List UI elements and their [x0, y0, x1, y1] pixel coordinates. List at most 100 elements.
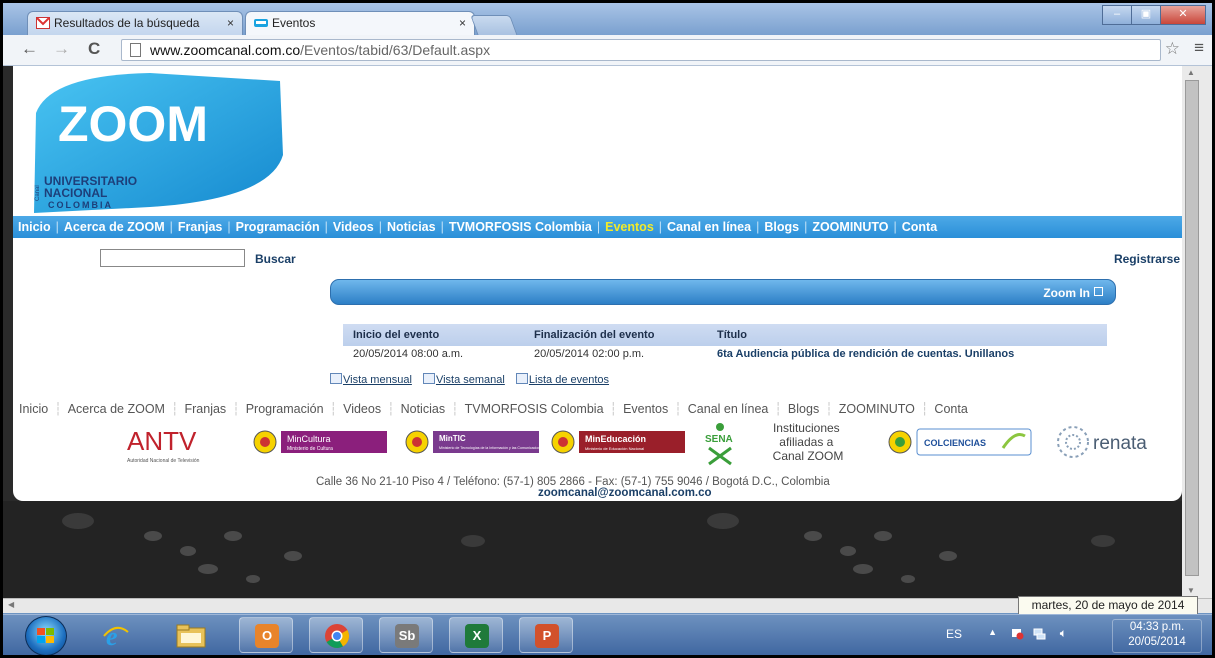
- footer-email-link[interactable]: zoomcanal@zoomcanal.com.co: [538, 487, 712, 499]
- mintic-label: MinTIC: [439, 434, 466, 443]
- search-button[interactable]: Buscar: [255, 252, 296, 266]
- register-link[interactable]: Registrarse: [1114, 252, 1180, 266]
- clock-date: 20/05/2014: [1128, 636, 1186, 648]
- mineducacion-logo[interactable]: MinEducación Ministerio de Educación Nac…: [551, 430, 685, 454]
- footer-nav-item[interactable]: Noticias: [395, 402, 451, 416]
- scroll-up-icon[interactable]: ▲: [1187, 68, 1195, 77]
- language-indicator[interactable]: ES: [946, 627, 962, 641]
- main-nav-item[interactable]: Franjas: [173, 220, 227, 234]
- zoom-in-header: Zoom In: [330, 279, 1116, 305]
- monthly-view-link[interactable]: Vista mensual: [343, 374, 412, 386]
- tab-close-button[interactable]: ×: [459, 12, 466, 34]
- volume-icon[interactable]: 🔈︎: [1060, 626, 1067, 641]
- main-nav-item[interactable]: Blogs: [759, 220, 804, 234]
- footer-nav-item[interactable]: Eventos: [617, 402, 674, 416]
- show-hidden-icons-icon[interactable]: ▲: [988, 627, 997, 637]
- footer-nav-item[interactable]: TVMORFOSIS Colombia: [459, 402, 610, 416]
- main-nav-item[interactable]: ZOOMINUTO: [807, 220, 893, 234]
- main-nav-item[interactable]: Acerca de ZOOM: [59, 220, 170, 234]
- nav-separator: ┆: [54, 402, 62, 416]
- main-nav-item[interactable]: Noticias: [382, 220, 441, 234]
- svg-text:e: e: [106, 622, 118, 650]
- collapse-icon[interactable]: [1094, 287, 1103, 296]
- taskbar-clock[interactable]: 04:33 p.m. 20/05/2014: [1112, 619, 1202, 653]
- footer-nav-item[interactable]: ZOOMINUTO: [833, 402, 921, 416]
- page-content: ZOOM UNIVERSITARIO NACIONAL COLOMBIA Can…: [13, 66, 1182, 501]
- sena-logo[interactable]: SENA: [705, 423, 733, 466]
- tab-close-button[interactable]: ×: [227, 12, 234, 34]
- mintic-logo[interactable]: MinTIC Ministerio de Tecnologías de la I…: [405, 430, 544, 454]
- taskbar-powerpoint[interactable]: P: [519, 617, 573, 653]
- reload-button[interactable]: C: [88, 39, 100, 59]
- renata-logo[interactable]: renata: [1057, 426, 1147, 458]
- footer-nav-item[interactable]: Conta: [928, 402, 973, 416]
- start-button[interactable]: [25, 616, 67, 655]
- calendar-icon: [330, 373, 342, 384]
- mincultura-logo[interactable]: MinCultura Ministerio de Cultura: [253, 430, 387, 454]
- outlook-icon: O: [255, 624, 279, 648]
- footer-nav-item[interactable]: Franjas: [179, 402, 233, 416]
- main-nav-item[interactable]: Conta: [897, 220, 942, 234]
- logo-line3: COLOMBIA: [48, 200, 113, 210]
- taskbar-ie[interactable]: e: [88, 617, 142, 653]
- mincultura-label: MinCultura: [287, 434, 331, 444]
- main-nav-item[interactable]: Canal en línea: [662, 220, 756, 234]
- bookmark-star-icon[interactable]: ☆: [1165, 39, 1180, 59]
- mincultura-subtitle: Ministerio de Cultura: [287, 446, 333, 452]
- main-nav-item[interactable]: Eventos: [600, 220, 659, 234]
- renata-wordmark: renata: [1093, 433, 1147, 454]
- tab-eventos[interactable]: Eventos ×: [245, 11, 475, 35]
- main-nav-item[interactable]: Inicio: [13, 220, 56, 234]
- scroll-down-icon[interactable]: ▼: [1187, 586, 1195, 595]
- url-path: /Eventos/tabid/63/Default.aspx: [300, 42, 491, 58]
- weekly-view-link[interactable]: Vista semanal: [436, 374, 505, 386]
- main-nav-item[interactable]: Videos: [328, 220, 379, 234]
- antv-logo[interactable]: ANTV Autoridad Nacional de Televisión: [127, 426, 200, 464]
- scroll-left-icon[interactable]: ◀: [8, 600, 14, 609]
- vertical-scrollbar[interactable]: ▲ ▼: [1182, 66, 1212, 598]
- colciencias-logo[interactable]: COLCIENCIAS: [888, 428, 1032, 456]
- browser-toolbar: ← → C www.zoomcanal.com.co/Eventos/tabid…: [3, 35, 1212, 66]
- address-bar[interactable]: www.zoomcanal.com.co/Eventos/tabid/63/De…: [121, 39, 1161, 61]
- close-window-button[interactable]: ✕: [1160, 5, 1206, 25]
- affiliated-line1: Instituciones: [773, 421, 840, 435]
- maximize-button[interactable]: ▣: [1131, 5, 1161, 25]
- footer-nav-item[interactable]: Blogs: [782, 402, 825, 416]
- taskbar-outlook[interactable]: O: [239, 617, 293, 653]
- taskbar-sb[interactable]: Sb: [379, 617, 433, 653]
- forward-button[interactable]: →: [53, 39, 70, 59]
- main-nav-item[interactable]: Programación: [231, 220, 325, 234]
- col-start-header: Inicio del evento: [353, 329, 440, 341]
- scrollbar-thumb[interactable]: [1185, 80, 1199, 576]
- col-end-header: Finalización del evento: [534, 329, 655, 341]
- zoom-favicon: [254, 19, 268, 27]
- affiliated-line3: Canal ZOOM: [773, 449, 844, 463]
- zoom-in-label[interactable]: Zoom In: [1043, 286, 1103, 300]
- action-center-flag-icon[interactable]: [1011, 628, 1024, 640]
- minimize-button[interactable]: –: [1102, 5, 1132, 25]
- tab-search-results[interactable]: Resultados de la búsqueda ×: [27, 11, 243, 35]
- new-tab-button[interactable]: [470, 15, 518, 36]
- event-list-link[interactable]: Lista de eventos: [529, 374, 609, 386]
- zoom-logo[interactable]: ZOOM UNIVERSITARIO NACIONAL COLOMBIA Can…: [30, 71, 285, 215]
- nav-separator: ┆: [609, 402, 618, 416]
- main-nav: Inicio | Acerca de ZOOM | Franjas | Programaci…: [13, 216, 1182, 238]
- footer-nav-item[interactable]: Inicio: [13, 402, 54, 416]
- network-icon[interactable]: [1033, 628, 1046, 640]
- footer-nav-item[interactable]: Acerca de ZOOM: [62, 402, 171, 416]
- main-nav-item[interactable]: TVMORFOSIS Colombia: [444, 220, 597, 234]
- search-input[interactable]: [100, 249, 245, 267]
- footer-nav-item[interactable]: Programación: [240, 402, 330, 416]
- nav-separator: ┆: [329, 402, 338, 416]
- footer-nav-item[interactable]: Videos: [337, 402, 387, 416]
- taskbar-chrome[interactable]: [309, 617, 363, 653]
- affiliated-institutions-text: Instituciones afiliadas a Canal ZOOM: [773, 421, 844, 463]
- chrome-menu-icon[interactable]: ≡: [1194, 38, 1204, 58]
- footer-nav-item[interactable]: Canal en línea: [682, 402, 775, 416]
- chrome-icon: [325, 624, 350, 649]
- event-title-link[interactable]: 6ta Audiencia pública de rendición de cu…: [717, 348, 1014, 360]
- clock-time: 04:33 p.m.: [1129, 621, 1185, 633]
- taskbar-excel[interactable]: X: [449, 617, 503, 653]
- back-button[interactable]: ←: [21, 39, 38, 59]
- taskbar-explorer[interactable]: [163, 617, 217, 653]
